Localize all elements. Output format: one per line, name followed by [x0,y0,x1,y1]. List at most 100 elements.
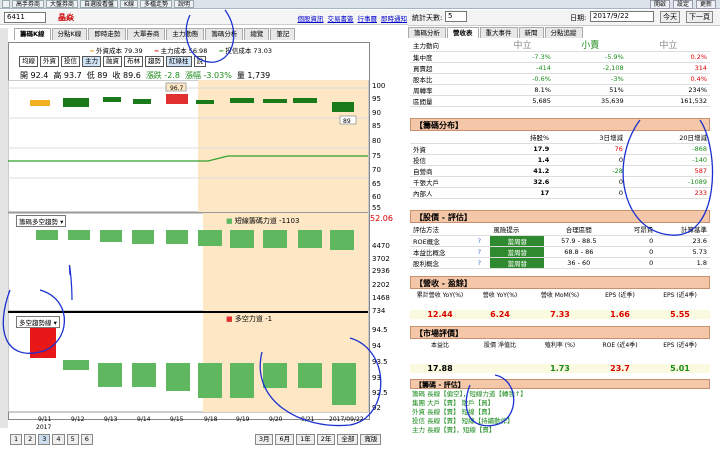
wide-mode[interactable]: 寬版 [360,434,382,445]
ls-bar [63,360,89,370]
toolbar-item[interactable]: 大盤券商 [46,0,79,8]
price-tag-low-text: 89 [343,118,351,125]
tab-revenue[interactable]: 營收表 [447,27,479,38]
toolbar-item[interactable] [2,0,10,8]
section-chip-distribution: 【籌碼分布】 [410,118,710,131]
btn-trust[interactable]: 投信 [61,56,80,67]
col-header: 本益比 [430,342,449,349]
cell: 57.9 - 88.5 [544,235,614,247]
stock-code-input[interactable]: 6411 [4,12,46,23]
cell: -414 [491,62,554,74]
price-tag-high-text: 96.7 [170,85,184,92]
tab-notes[interactable]: 筆記 [270,28,296,40]
range-2y[interactable]: 2年 [316,434,336,445]
tab-overview[interactable]: 總覽 [244,28,270,40]
cell: 0.2% [626,51,710,63]
panel3-selector[interactable]: 多空趨勢線 ▾ [16,316,60,328]
row-label: 區間量 [410,95,491,107]
col-header: 合理區間 [544,224,614,236]
tab-branch-k[interactable]: 分點K線 [51,28,88,40]
tab-branch[interactable]: 分點追蹤 [544,27,583,38]
link-calendar[interactable]: 行事曆 [358,13,378,23]
cell: 8.1% [491,84,554,96]
toolbar-item[interactable]: 自選股看盤 [80,0,119,8]
tab-big-broker[interactable]: 大單券商 [127,28,166,40]
today-button[interactable]: 今天 [660,11,680,23]
cell: 35,639 [553,95,627,107]
tab-main-force[interactable]: 主力動態 [166,28,205,40]
range-3m[interactable]: 3月 [254,434,274,445]
btn-trend[interactable]: 趨勢 [145,56,164,67]
col-header: 可昂貴 [613,224,657,236]
page-1[interactable]: 1 [10,434,23,445]
panel3-legend: ■ 多空力道 -1 [226,315,273,323]
toolbar-item[interactable]: 高手券商 [12,0,45,8]
risk-badge: 當周發 [490,235,545,247]
tab-chip-analysis[interactable]: 籌碼分析 [205,28,244,40]
cell: 68.8 - 86 [544,246,614,258]
link-trade-notes[interactable]: 交易書簽 [328,13,354,23]
tab-chip-k[interactable]: 籌碼K線 [14,28,51,40]
btn-bollinger[interactable]: 布林 [124,56,143,67]
page-3[interactable]: 3 [38,434,51,445]
candle [166,94,188,104]
bottom-nav: 1 2 3 4 5 6 3月 6月 1年 2年 全部 寬版 [10,434,382,445]
link-stock-info[interactable]: 個股資訊 [298,13,324,23]
tab-news[interactable]: 新聞 [518,27,544,38]
list-item: 投信 長線【賣】 短線【持續動作】 [412,417,514,425]
price-axis-tick: 55 [372,204,381,212]
page-6[interactable]: 6 [80,434,93,445]
btn-main[interactable]: 主力 [82,56,101,67]
tab-events[interactable]: 重大事件 [479,27,518,38]
cell: 233 [625,187,710,199]
candle [133,99,151,104]
toolbar-right-item[interactable]: 開啟 [649,0,670,9]
tab-realtime[interactable]: 即時走勢 [88,28,127,40]
page-2[interactable]: 2 [24,434,37,445]
ls-bar [332,363,356,405]
chip-bar [263,230,287,248]
cell: 32.6 [489,176,553,188]
ls-axis-tick: 94 [372,342,381,350]
btn-help[interactable]: 說 [193,56,206,67]
btn-redgreen[interactable]: 紅綠柱 [166,56,192,67]
cell: 中立 [626,38,710,52]
next-page-button[interactable]: 下一頁 [686,11,713,23]
row-label: 買賣超 [410,62,491,74]
row-label: 股本比 [410,73,491,85]
row-label: 自營商 [410,165,490,177]
range-6m[interactable]: 6月 [275,434,295,445]
date-input[interactable]: 2017/9/22 [590,11,654,22]
toolbar-item[interactable]: 說明 [174,0,195,8]
btn-foreign[interactable]: 外資 [40,56,59,67]
cell: 5,685 [491,95,554,107]
help-icon[interactable]: ? [474,257,491,269]
toolbar-item[interactable]: 多檔走勢 [139,0,172,8]
cell: 0 [552,176,626,188]
cell: 17 [489,187,553,199]
help-icon[interactable]: ? [474,235,491,247]
section-revenue: 【營收 - 盈餘】 [410,276,710,289]
btn-ma[interactable]: 均線 [19,56,38,67]
page-5[interactable]: 5 [66,434,79,445]
toolbar-item[interactable]: K線 [120,0,138,8]
page-4[interactable]: 4 [52,434,65,445]
col-header: 殖利率 (%) [544,342,576,349]
col-header: EPS (近4季) [663,292,697,299]
legend-main-cost: ━ 主力成本 56.98 [154,47,208,55]
table-row: 內部人 17 0 233 [410,187,710,199]
tab-chip[interactable]: 籌碼分析 [408,27,446,38]
col-header: 持股% [489,132,553,144]
days-select[interactable]: 5 [445,11,467,22]
cell: 234% [626,84,710,96]
range-1y[interactable]: 1年 [296,434,315,445]
cell: 小賣 [553,38,627,52]
btn-margin[interactable]: 融資 [103,56,122,67]
help-icon[interactable]: ? [474,246,491,258]
link-notify[interactable]: 即時通知 [381,13,407,23]
toolbar-right-item[interactable]: 設定 [672,0,693,9]
col-header: EPS (近4季) [663,342,697,349]
panel2-selector[interactable]: 籌碼多空趨勢 ▾ [16,215,67,227]
range-all[interactable]: 全部 [337,434,359,445]
toolbar-right-item[interactable]: 更新 [695,0,716,9]
